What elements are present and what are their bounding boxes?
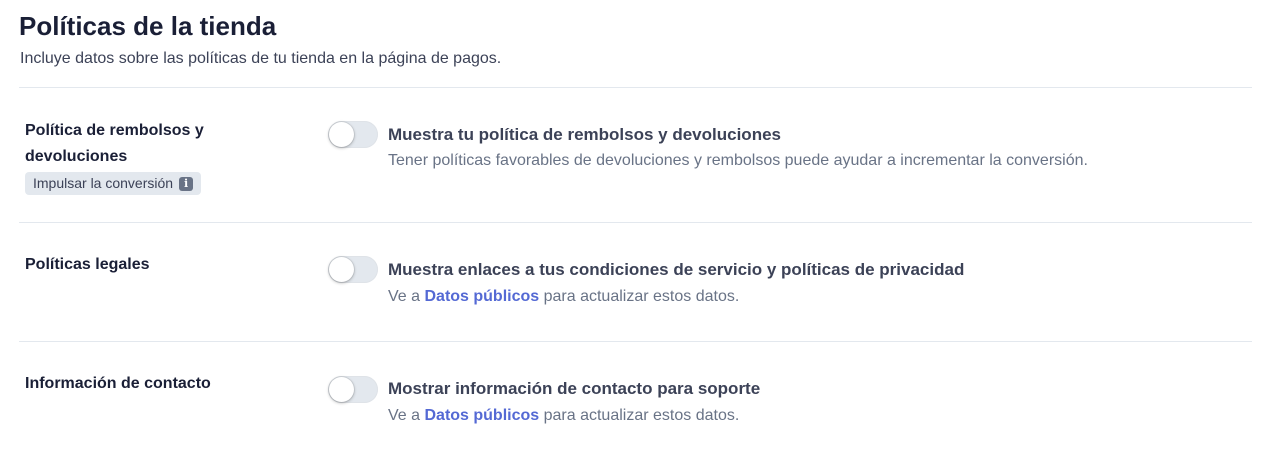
conversion-badge[interactable]: Impulsar la conversión i: [25, 172, 202, 195]
description-prefix: Ve a: [388, 407, 425, 424]
description-suffix: para actualizar estos datos.: [539, 288, 740, 305]
policy-label-legal: Políticas legales: [25, 256, 150, 273]
policy-label-contact: Información de contacto: [25, 375, 211, 392]
info-icon[interactable]: i: [179, 176, 194, 191]
legal-option-description: Ve a Datos públicos para actualizar esto…: [388, 284, 739, 310]
public-data-link[interactable]: Datos públicos: [424, 288, 539, 305]
page-subtitle: Incluye datos sobre las políticas de tu …: [20, 50, 502, 67]
description-suffix: para actualizar estos datos.: [539, 407, 740, 424]
divider: [19, 341, 1252, 342]
contact-toggle[interactable]: [328, 376, 378, 403]
description-prefix: Ve a: [388, 288, 425, 305]
contact-option-title: Mostrar información de contacto para sop…: [388, 379, 761, 398]
refunds-option-description: Tener políticas favorables de devolucion…: [388, 152, 1088, 169]
divider: [19, 87, 1252, 88]
legal-toggle[interactable]: [328, 256, 378, 283]
contact-option-description: Ve a Datos públicos para actualizar esto…: [388, 403, 739, 429]
toggle-knob: [329, 122, 354, 147]
public-data-link[interactable]: Datos públicos: [424, 407, 539, 424]
refunds-toggle[interactable]: [328, 121, 378, 148]
page-title: Políticas de la tienda: [19, 11, 277, 41]
legal-option-title: Muestra enlaces a tus condiciones de ser…: [388, 260, 965, 279]
store-policies-page: Políticas de la tienda Incluye datos sob…: [0, 0, 1275, 462]
policy-label-refunds: Política de rembolsos y devoluciones: [25, 122, 204, 165]
toggle-knob: [329, 377, 354, 402]
badge-label: Impulsar la conversión: [33, 175, 174, 191]
refunds-option-title: Muestra tu política de rembolsos y devol…: [388, 125, 781, 144]
divider: [19, 222, 1252, 223]
toggle-knob: [329, 257, 354, 282]
